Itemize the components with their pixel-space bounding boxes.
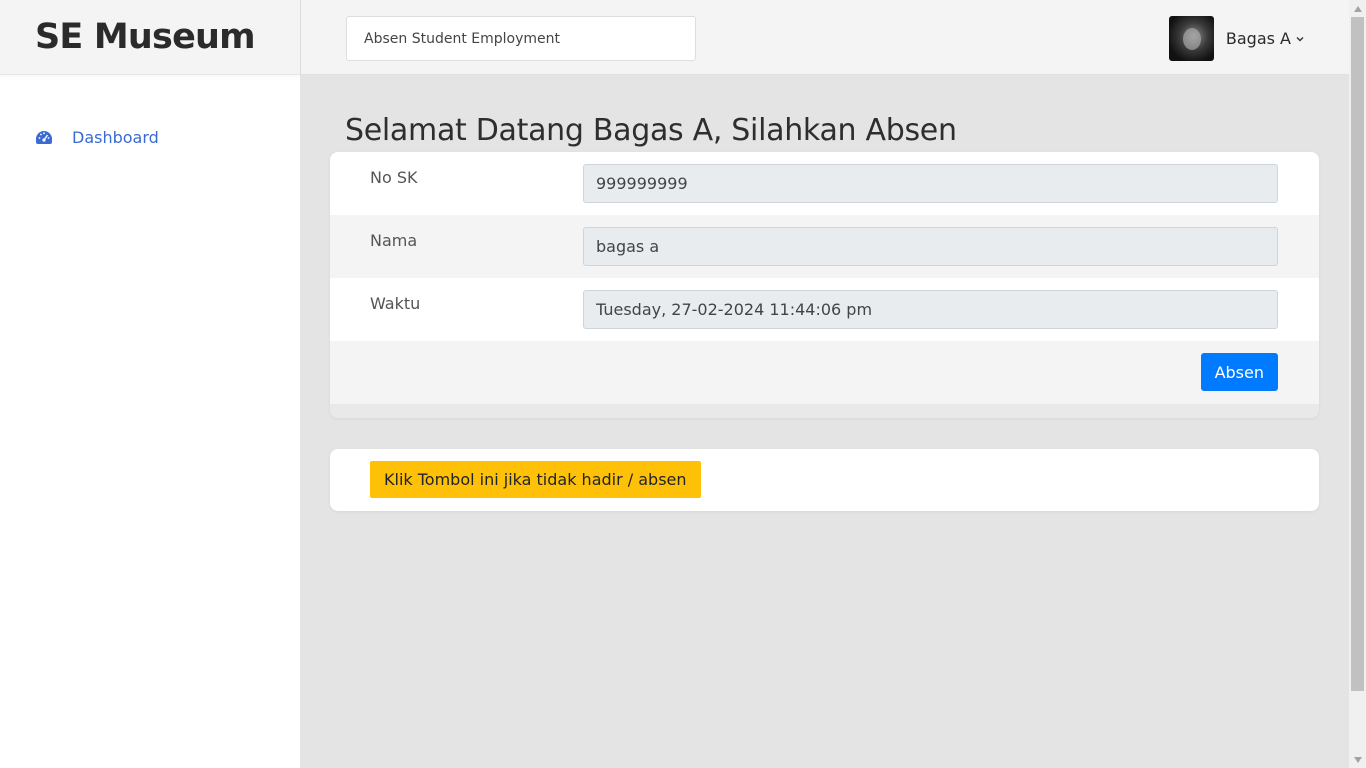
waktu-field[interactable] — [583, 290, 1278, 329]
waktu-label: Waktu — [370, 294, 421, 313]
no-sk-field[interactable] — [583, 164, 1278, 203]
scroll-thumb[interactable] — [1351, 17, 1364, 691]
form-row-nama: Nama — [330, 215, 1319, 278]
sidebar-item-dashboard[interactable]: Dashboard — [35, 128, 159, 147]
scroll-up-icon[interactable] — [1349, 0, 1366, 17]
avatar — [1168, 16, 1214, 61]
scrollbar[interactable] — [1349, 0, 1366, 768]
absent-card: Klik Tombol ini jika tidak hadir / absen — [330, 449, 1319, 511]
attendance-form-card: No SK Nama Waktu Absen — [330, 152, 1319, 418]
page-title: Selamat Datang Bagas A, Silahkan Absen — [345, 113, 957, 148]
nama-label: Nama — [370, 231, 418, 250]
sidebar: SE Museum Dashboard — [0, 0, 300, 768]
form-row-waktu: Waktu — [330, 278, 1319, 341]
top-navbar: Bagas A — [300, 0, 1349, 75]
search-input[interactable] — [346, 16, 696, 61]
brand-header: SE Museum — [0, 0, 300, 75]
dashboard-gauge-icon — [36, 130, 52, 144]
app-logo-text[interactable]: SE Museum — [35, 17, 256, 57]
user-menu[interactable]: Bagas A — [1168, 16, 1305, 61]
sidebar-item-label: Dashboard — [72, 128, 159, 147]
no-sk-label: No SK — [370, 168, 418, 187]
form-row-no-sk: No SK — [330, 152, 1319, 215]
scroll-down-icon[interactable] — [1349, 751, 1366, 768]
chevron-down-icon — [1296, 36, 1304, 41]
absen-button[interactable]: Absen — [1200, 353, 1278, 391]
form-actions-row: Absen — [330, 341, 1319, 404]
nama-field[interactable] — [583, 227, 1278, 266]
not-present-button[interactable]: Klik Tombol ini jika tidak hadir / absen — [370, 461, 701, 498]
user-name: Bagas A — [1225, 29, 1291, 48]
